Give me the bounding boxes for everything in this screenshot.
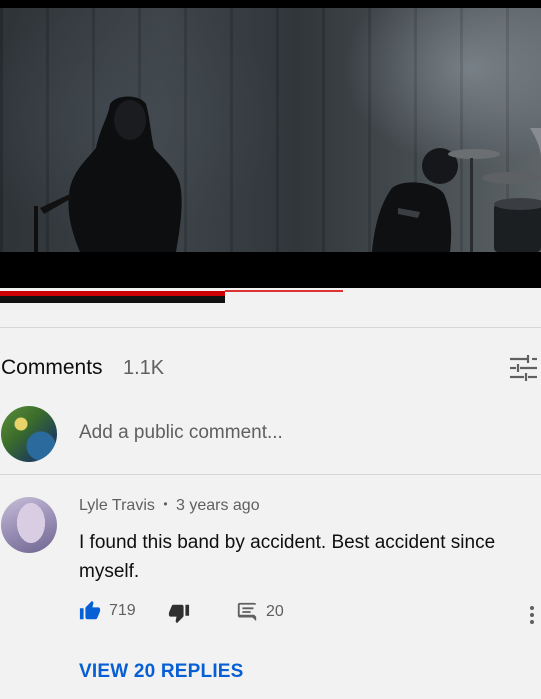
- like-count: 719: [109, 602, 136, 619]
- add-comment-input[interactable]: Add a public comment...: [79, 422, 283, 444]
- dislike-button[interactable]: [168, 602, 190, 624]
- more-vert-icon[interactable]: [524, 604, 540, 626]
- comments-title: Comments: [1, 356, 103, 379]
- comment-meta: Lyle Travis • 3 years ago: [79, 497, 260, 515]
- comments-header[interactable]: Comments 1.1K: [0, 352, 541, 384]
- video-frame: [0, 8, 541, 252]
- reply-count: 20: [266, 603, 284, 620]
- view-replies-button[interactable]: VIEW 20 REPLIES: [79, 661, 244, 683]
- video-letterbox: [0, 252, 541, 288]
- video-scene: [34, 96, 541, 252]
- comment-actions: 719 20: [0, 598, 541, 630]
- sort-sliders-icon[interactable]: [508, 354, 540, 384]
- like-button[interactable]: 719: [79, 600, 136, 622]
- reply-comment-icon: [236, 601, 258, 623]
- comment-text: I found this band by accident. Best acci…: [79, 532, 496, 582]
- avatar: [1, 406, 57, 462]
- progress-played-bar: [0, 291, 225, 296]
- divider: [0, 474, 541, 475]
- thumbs-down-icon: [168, 602, 190, 624]
- reply-button[interactable]: 20: [236, 601, 284, 623]
- comment-author-avatar[interactable]: [1, 497, 57, 553]
- video-player[interactable]: [0, 0, 541, 288]
- comment-time: 3 years ago: [175, 497, 260, 514]
- comment-author[interactable]: Lyle Travis: [79, 497, 155, 514]
- comments-count: 1.1K: [123, 357, 165, 379]
- divider: [0, 327, 541, 328]
- thumbs-up-icon: [79, 600, 101, 622]
- meta-separator: •: [163, 497, 168, 511]
- progress-buffer-bar: [225, 290, 343, 292]
